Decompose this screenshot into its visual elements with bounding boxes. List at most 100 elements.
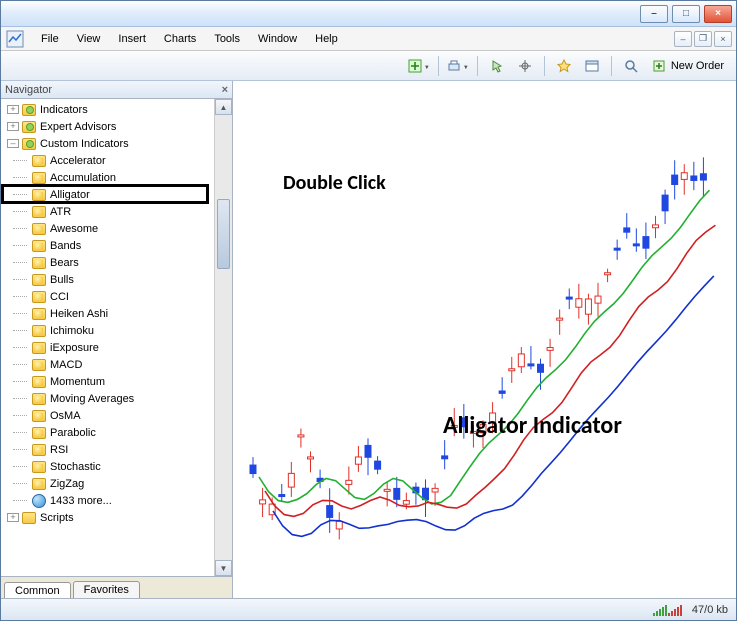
app-icon bbox=[5, 29, 25, 49]
tree-node-custom-indicators[interactable]: – Custom Indicators bbox=[5, 135, 214, 152]
navigator-title-label: Navigator bbox=[5, 84, 52, 96]
tree-node-bulls[interactable]: Bulls bbox=[5, 271, 214, 288]
toolbar-new-order-button[interactable]: New Order bbox=[647, 55, 730, 77]
toolbar: New Order bbox=[1, 51, 736, 81]
folder-icon bbox=[21, 102, 37, 118]
menu-charts[interactable]: Charts bbox=[156, 31, 204, 47]
mdi-restore-button[interactable]: ❐ bbox=[694, 31, 712, 47]
tree-node-alligator[interactable]: Alligator bbox=[5, 186, 214, 203]
indicator-icon bbox=[31, 187, 47, 203]
tree-node-iexposure[interactable]: iExposure bbox=[5, 339, 214, 356]
indicator-icon bbox=[31, 374, 47, 390]
tree-node-moving-averages[interactable]: Moving Averages bbox=[5, 390, 214, 407]
tree-node-stochastic[interactable]: Stochastic bbox=[5, 458, 214, 475]
scroll-up-icon[interactable]: ▲ bbox=[215, 99, 232, 115]
scroll-thumb[interactable] bbox=[217, 199, 230, 269]
collapse-icon[interactable]: – bbox=[7, 139, 19, 148]
tree-label: Momentum bbox=[50, 376, 105, 388]
window-minimize-button[interactable]: – bbox=[640, 5, 668, 23]
tree-node-atr[interactable]: ATR bbox=[5, 203, 214, 220]
menu-bar: File View Insert Charts Tools Window Hel… bbox=[1, 27, 736, 51]
navigator-scrollbar[interactable]: ▲ ▼ bbox=[214, 99, 232, 576]
tree-label: Scripts bbox=[40, 512, 74, 524]
tree-label: Moving Averages bbox=[50, 393, 134, 405]
tree-node-more[interactable]: 1433 more... bbox=[5, 492, 214, 509]
tree-node-zigzag[interactable]: ZigZag bbox=[5, 475, 214, 492]
tree-label: Bears bbox=[50, 257, 79, 269]
chart-area[interactable]: Double Click Alligator Indicator bbox=[233, 81, 736, 598]
tab-common[interactable]: Common bbox=[4, 582, 71, 598]
navigator-close-button[interactable]: × bbox=[222, 84, 228, 96]
tree-label: iExposure bbox=[50, 342, 99, 354]
toolbar-print-button[interactable] bbox=[446, 55, 470, 77]
tree-node-awesome[interactable]: Awesome bbox=[5, 220, 214, 237]
menu-help[interactable]: Help bbox=[307, 31, 346, 47]
tree-label: Parabolic bbox=[50, 427, 96, 439]
indicator-icon bbox=[31, 442, 47, 458]
tree-label: Indicators bbox=[40, 104, 88, 116]
navigator-titlebar: Navigator × bbox=[1, 81, 232, 99]
tree-node-macd[interactable]: MACD bbox=[5, 356, 214, 373]
tree-node-indicators[interactable]: + Indicators bbox=[5, 101, 214, 118]
tree-label: Accelerator bbox=[50, 155, 106, 167]
indicator-icon bbox=[31, 170, 47, 186]
tree-node-scripts[interactable]: + Scripts bbox=[5, 509, 214, 526]
navigator-body: + Indicators + Expert Advisors – Custom … bbox=[1, 99, 232, 576]
mdi-minimize-button[interactable]: – bbox=[674, 31, 692, 47]
tree-label: Stochastic bbox=[50, 461, 101, 473]
tree-label: Accumulation bbox=[50, 172, 116, 184]
toolbar-separator bbox=[611, 56, 612, 76]
indicator-icon bbox=[31, 255, 47, 271]
tree-node-cci[interactable]: CCI bbox=[5, 288, 214, 305]
tree-node-accumulation[interactable]: Accumulation bbox=[5, 169, 214, 186]
tree-node-expert-advisors[interactable]: + Expert Advisors bbox=[5, 118, 214, 135]
menu-view[interactable]: View bbox=[69, 31, 109, 47]
indicator-icon bbox=[31, 357, 47, 373]
indicator-icon bbox=[31, 459, 47, 475]
tree-node-ichimoku[interactable]: Ichimoku bbox=[5, 322, 214, 339]
status-bar: 47/0 kb bbox=[1, 598, 736, 620]
toolbar-crosshair-button[interactable] bbox=[513, 55, 537, 77]
menu-tools[interactable]: Tools bbox=[206, 31, 248, 47]
tree-node-heiken-ashi[interactable]: Heiken Ashi bbox=[5, 305, 214, 322]
toolbar-panel-button[interactable] bbox=[580, 55, 604, 77]
scroll-down-icon[interactable]: ▼ bbox=[215, 560, 232, 576]
tree-node-rsi[interactable]: RSI bbox=[5, 441, 214, 458]
expand-icon[interactable]: + bbox=[7, 105, 19, 114]
script-icon bbox=[21, 510, 37, 526]
tree-node-momentum[interactable]: Momentum bbox=[5, 373, 214, 390]
tree-label: Heiken Ashi bbox=[50, 308, 108, 320]
annotation-double-click: Double Click bbox=[283, 171, 386, 195]
indicator-icon bbox=[31, 221, 47, 237]
menu-window[interactable]: Window bbox=[250, 31, 305, 47]
tree-node-osma[interactable]: OsMA bbox=[5, 407, 214, 424]
tree-label: MACD bbox=[50, 359, 82, 371]
indicator-icon bbox=[31, 476, 47, 492]
tree-node-bands[interactable]: Bands bbox=[5, 237, 214, 254]
window-close-button[interactable]: × bbox=[704, 5, 732, 23]
toolbar-add-button[interactable] bbox=[407, 55, 431, 77]
window-titlebar: – □ × bbox=[1, 1, 736, 27]
toolbar-search-button[interactable] bbox=[619, 55, 643, 77]
tree-label: RSI bbox=[50, 444, 68, 456]
tree-label: Ichimoku bbox=[50, 325, 94, 337]
annotation-indicator-label: Alligator Indicator bbox=[443, 411, 622, 440]
tree-node-parabolic[interactable]: Parabolic bbox=[5, 424, 214, 441]
expand-icon[interactable]: + bbox=[7, 513, 19, 522]
tree-node-accelerator[interactable]: Accelerator bbox=[5, 152, 214, 169]
expand-icon[interactable]: + bbox=[7, 122, 19, 131]
indicator-icon bbox=[31, 391, 47, 407]
navigator-tree[interactable]: + Indicators + Expert Advisors – Custom … bbox=[1, 99, 214, 576]
tree-node-bears[interactable]: Bears bbox=[5, 254, 214, 271]
mdi-close-button[interactable]: × bbox=[714, 31, 732, 47]
menu-insert[interactable]: Insert bbox=[110, 31, 154, 47]
window-maximize-button[interactable]: □ bbox=[672, 5, 700, 23]
menu-file[interactable]: File bbox=[33, 31, 67, 47]
mdi-controls: – ❐ × bbox=[674, 31, 732, 47]
navigator-panel: Navigator × + Indicators + Expert Adviso… bbox=[1, 81, 233, 598]
toolbar-cursor-button[interactable] bbox=[485, 55, 509, 77]
tree-label: Alligator bbox=[50, 189, 90, 201]
toolbar-favorite-button[interactable] bbox=[552, 55, 576, 77]
indicator-icon bbox=[31, 425, 47, 441]
tab-favorites[interactable]: Favorites bbox=[73, 581, 140, 598]
